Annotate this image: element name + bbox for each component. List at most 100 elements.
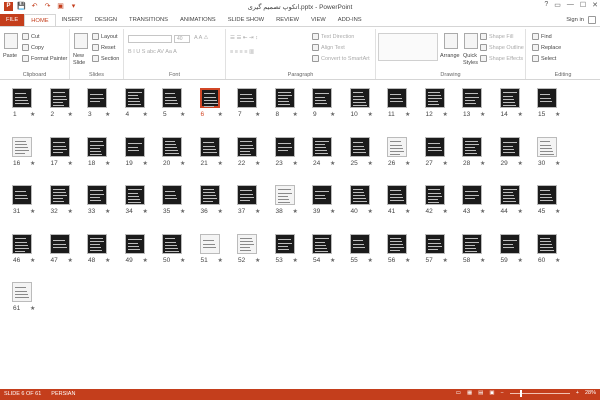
- transition-star-icon[interactable]: ★: [218, 257, 223, 264]
- transition-star-icon[interactable]: ★: [443, 160, 448, 167]
- transition-star-icon[interactable]: ★: [255, 111, 260, 118]
- slide-thumbnail[interactable]: [49, 136, 70, 157]
- tab-slide-show[interactable]: SLIDE SHOW: [222, 14, 270, 26]
- sign-in[interactable]: Sign in: [566, 16, 596, 24]
- new-slide-button-line2[interactable]: Slide: [73, 60, 85, 66]
- transition-star-icon[interactable]: ★: [480, 111, 485, 118]
- transition-star-icon[interactable]: ★: [105, 257, 110, 264]
- transition-star-icon[interactable]: ★: [255, 160, 260, 167]
- slide-thumbnail[interactable]: [199, 88, 220, 108]
- align-buttons[interactable]: ≡ ≡ ≡ ≡ ▥: [230, 49, 254, 55]
- transition-star-icon[interactable]: ★: [293, 111, 298, 118]
- transition-star-icon[interactable]: ★: [30, 111, 35, 118]
- slide-thumbnail[interactable]: [237, 88, 257, 108]
- slide-thumbnail[interactable]: [462, 88, 482, 108]
- slide-thumbnail[interactable]: [199, 136, 220, 157]
- transition-star-icon[interactable]: ★: [443, 257, 448, 264]
- tab-design[interactable]: DESIGN: [89, 14, 123, 26]
- slide-thumbnail[interactable]: [87, 233, 107, 254]
- transition-star-icon[interactable]: ★: [68, 160, 73, 167]
- transition-star-icon[interactable]: ★: [68, 111, 73, 118]
- slide-thumbnail[interactable]: [424, 88, 445, 108]
- slide-thumbnail[interactable]: [312, 88, 332, 108]
- tab-file[interactable]: FILE: [0, 14, 25, 26]
- zoom-slider-thumb[interactable]: [519, 389, 522, 397]
- slide-thumbnail[interactable]: [537, 136, 557, 157]
- zoom-slider[interactable]: [509, 389, 570, 397]
- slide-thumbnail[interactable]: [199, 233, 220, 254]
- slide-thumbnail[interactable]: [274, 136, 295, 157]
- slide-thumbnail[interactable]: [274, 88, 295, 108]
- arrange-icon[interactable]: [444, 33, 458, 49]
- transition-star-icon[interactable]: ★: [405, 160, 410, 167]
- slide-thumbnail[interactable]: [462, 185, 482, 205]
- slide-thumbnail[interactable]: [12, 233, 32, 254]
- maximize-icon[interactable]: ☐: [580, 1, 586, 9]
- slide-thumbnail[interactable]: [237, 233, 257, 254]
- transition-star-icon[interactable]: ★: [143, 160, 148, 167]
- slide-thumbnail[interactable]: [424, 136, 445, 157]
- slide-thumbnail[interactable]: [537, 233, 557, 254]
- language-indicator[interactable]: PERSIAN: [51, 391, 75, 397]
- transition-star-icon[interactable]: ★: [555, 257, 560, 264]
- transition-star-icon[interactable]: ★: [105, 208, 110, 215]
- slide-thumbnail[interactable]: [162, 185, 182, 205]
- reset-button[interactable]: Reset: [92, 44, 115, 51]
- normal-view-icon[interactable]: ▭: [456, 390, 461, 396]
- transition-star-icon[interactable]: ★: [180, 257, 185, 264]
- sign-in-label[interactable]: Sign in: [566, 17, 584, 23]
- transition-star-icon[interactable]: ★: [480, 160, 485, 167]
- transition-star-icon[interactable]: ★: [368, 208, 373, 215]
- transition-star-icon[interactable]: ★: [555, 160, 560, 167]
- align-text-button[interactable]: Align Text: [312, 44, 345, 51]
- font-name-box[interactable]: [128, 35, 172, 43]
- tab-animations[interactable]: ANIMATIONS: [174, 14, 222, 26]
- tab-add-ins[interactable]: ADD-INS: [332, 14, 368, 26]
- slide-thumbnail[interactable]: [312, 185, 332, 205]
- transition-star-icon[interactable]: ★: [480, 257, 485, 264]
- font-size-box[interactable]: 40: [174, 35, 190, 43]
- transition-star-icon[interactable]: ★: [555, 208, 560, 215]
- text-direction-button[interactable]: Text Direction: [312, 33, 354, 40]
- font-style-buttons[interactable]: B I U S abc AV Aa A: [128, 49, 177, 55]
- slide-thumbnail[interactable]: [537, 88, 557, 108]
- shape-outline-button[interactable]: Shape Outline: [480, 44, 524, 51]
- shape-fill-button[interactable]: Shape Fill: [480, 33, 513, 40]
- transition-star-icon[interactable]: ★: [180, 160, 185, 167]
- section-button[interactable]: Section: [92, 55, 119, 62]
- slide-thumbnail[interactable]: [12, 282, 32, 302]
- slide-thumbnail[interactable]: [349, 185, 370, 205]
- slide-thumbnail[interactable]: [162, 136, 182, 157]
- slide-thumbnail[interactable]: [237, 185, 257, 205]
- tab-review[interactable]: REVIEW: [270, 14, 305, 26]
- transition-star-icon[interactable]: ★: [405, 111, 410, 118]
- transition-star-icon[interactable]: ★: [518, 208, 523, 215]
- help-icon[interactable]: ?: [544, 1, 548, 9]
- transition-star-icon[interactable]: ★: [405, 257, 410, 264]
- slide-thumbnail[interactable]: [124, 88, 145, 108]
- new-slide-icon[interactable]: [74, 33, 88, 49]
- find-button[interactable]: Find: [532, 33, 552, 40]
- transition-star-icon[interactable]: ★: [405, 208, 410, 215]
- slide-thumbnail[interactable]: [462, 233, 482, 254]
- transition-star-icon[interactable]: ★: [143, 208, 148, 215]
- slide-thumbnail[interactable]: [199, 185, 220, 205]
- transition-star-icon[interactable]: ★: [68, 208, 73, 215]
- copy-button[interactable]: Copy: [22, 44, 44, 51]
- slide-thumbnail[interactable]: [499, 136, 520, 157]
- tab-transitions[interactable]: TRANSITIONS: [123, 14, 174, 26]
- slide-thumbnail[interactable]: [274, 185, 295, 205]
- transition-star-icon[interactable]: ★: [293, 208, 298, 215]
- slide-thumbnail[interactable]: [387, 233, 407, 254]
- slide-thumbnail[interactable]: [537, 185, 557, 205]
- slide-thumbnail[interactable]: [49, 233, 70, 254]
- slide-thumbnail[interactable]: [237, 136, 257, 157]
- transition-star-icon[interactable]: ★: [218, 208, 223, 215]
- slide-thumbnail[interactable]: [124, 136, 145, 157]
- transition-star-icon[interactable]: ★: [443, 208, 448, 215]
- slide-thumbnail[interactable]: [162, 88, 182, 108]
- slide-thumbnail[interactable]: [499, 185, 520, 205]
- slide-thumbnail[interactable]: [387, 185, 407, 205]
- close-icon[interactable]: ✕: [592, 1, 598, 9]
- ribbon-display-icon[interactable]: ▭: [554, 1, 561, 9]
